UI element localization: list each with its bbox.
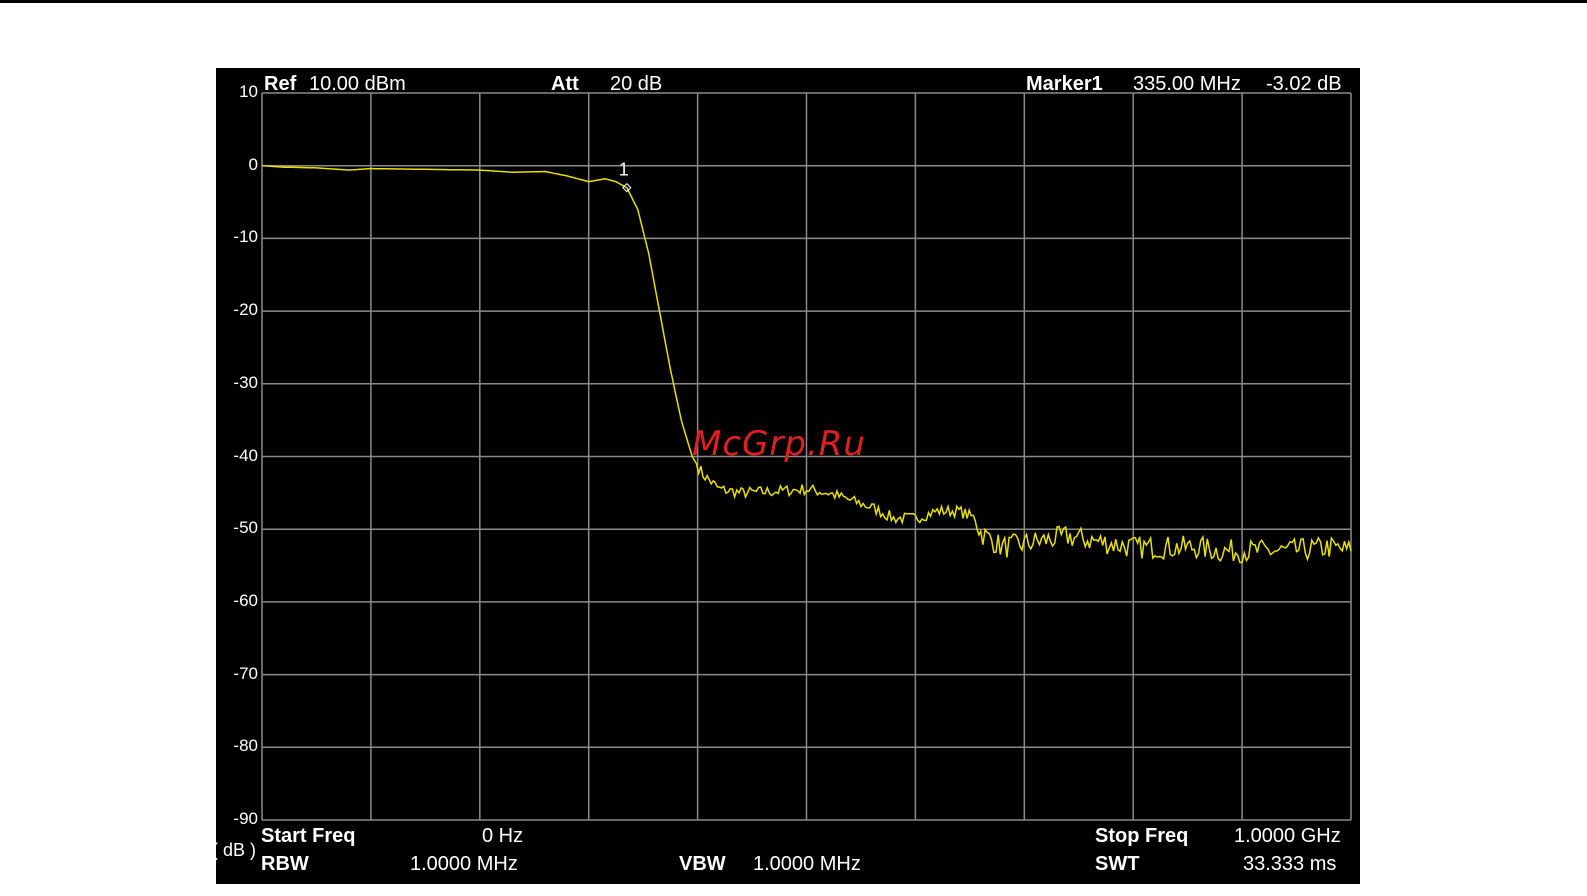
y-tick-label: -70 (233, 663, 258, 683)
rbw-value: 1.0000 MHz (410, 853, 518, 875)
y-tick-label: -80 (233, 736, 258, 756)
y-tick-label: -20 (233, 300, 258, 320)
rbw-label: RBW (261, 853, 309, 875)
spectrum-analyzer-screen: 1 Ref 10.00 dBm Att 20 dB Marker1 335.00… (212, 68, 1360, 884)
stop-freq-value: 1.0000 GHz (1234, 825, 1341, 847)
vbw-value: 1.0000 MHz (753, 853, 861, 875)
y-tick-label: 0 (248, 154, 258, 174)
y-tick-label: -50 (233, 518, 258, 538)
vbw-label: VBW (679, 853, 726, 875)
y-tick-label: -40 (233, 445, 258, 465)
stop-freq-label: Stop Freq (1095, 825, 1189, 847)
att-label: Att (551, 73, 579, 95)
marker-label: Marker1 (1026, 73, 1103, 95)
y-tick-label: -10 (233, 227, 258, 247)
marker-frequency: 335.00 MHz (1133, 73, 1241, 95)
ref-label: Ref (264, 73, 297, 95)
swt-label: SWT (1095, 853, 1140, 875)
spectrum-plot: 1 (261, 92, 1352, 821)
swt-value: 33.333 ms (1243, 853, 1337, 875)
watermark: McGrp.Ru (692, 424, 866, 464)
y-tick-label: -60 (233, 590, 258, 610)
y-tick-label: -30 (233, 372, 258, 392)
top-rule (0, 0, 1587, 3)
marker-1-label: 1 (619, 160, 629, 180)
att-value: 20 dB (610, 73, 663, 95)
start-freq-label: Start Freq (261, 825, 356, 847)
ref-value: 10.00 dBm (309, 73, 406, 95)
marker-level: -3.02 dB (1266, 73, 1342, 95)
y-tick-label: 10 (239, 82, 258, 101)
y-tick-label: -90 (233, 809, 258, 828)
start-freq-value: 0 Hz (482, 825, 524, 847)
unit-label: ( dB ) (212, 840, 257, 860)
